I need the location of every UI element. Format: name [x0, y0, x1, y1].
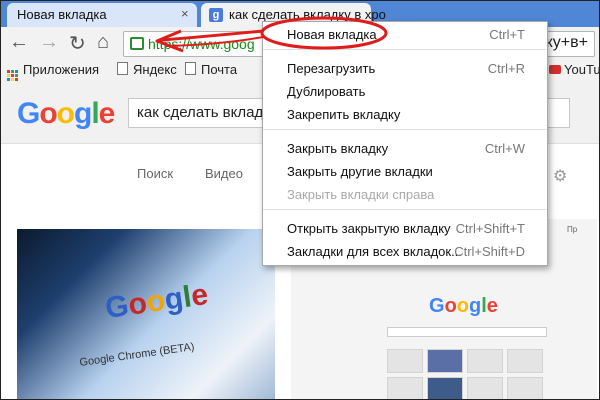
forward-icon[interactable]: →	[39, 31, 59, 54]
thumbnail	[387, 377, 423, 399]
menu-item-close-tabs-right: Закрыть вкладки справа	[263, 184, 547, 204]
apps-icon	[7, 70, 18, 81]
menu-item-shortcut: Ctrl+Shift+D	[454, 244, 525, 259]
menu-item-label: Новая вкладка	[287, 27, 377, 42]
menu-item-duplicate[interactable]: Дублировать	[263, 81, 547, 101]
menu-item-pin-tab[interactable]: Закрепить вкладку	[263, 104, 547, 124]
search-query: как сделать вклад	[137, 104, 264, 121]
tab-title: Новая вкладка	[17, 7, 107, 22]
thumbnail	[507, 377, 543, 399]
bookmark-yandex[interactable]: Яндекс	[117, 62, 177, 77]
back-icon[interactable]: ←	[9, 31, 29, 54]
google-favicon-icon: g	[209, 8, 223, 22]
gear-icon[interactable]: ⚙	[553, 166, 567, 186]
image-search-box	[387, 327, 547, 337]
bookmark-mail[interactable]: Почта	[185, 62, 237, 77]
thumbnail	[467, 377, 503, 399]
menu-divider	[263, 209, 547, 210]
image-caption: Google Chrome (BETA)	[78, 340, 196, 370]
youtube-icon	[549, 65, 561, 74]
menu-item-shortcut: Ctrl+R	[487, 61, 525, 76]
url-text: https://www.goog	[148, 36, 255, 52]
menu-item-shortcut: Ctrl+T	[489, 27, 525, 42]
google-logo[interactable]: Google	[17, 97, 115, 131]
tab-context-menu: Новая вкладка Ctrl+T Перезагрузить Ctrl+…	[262, 21, 548, 266]
page-icon	[185, 62, 196, 75]
menu-item-reload[interactable]: Перезагрузить Ctrl+R	[263, 58, 547, 78]
tab-new-tab[interactable]: Новая вкладка ×	[7, 3, 197, 27]
tab-title: как сделать вкладку в хро	[229, 7, 386, 22]
bookmark-youtube[interactable]: YouTu	[549, 62, 600, 77]
bookmark-apps[interactable]: Приложения	[7, 62, 99, 81]
menu-item-label: Закрепить вкладку	[287, 107, 401, 122]
thumbnail	[507, 349, 543, 373]
menu-item-reopen-closed-tab[interactable]: Открыть закрытую вкладку Ctrl+Shift+T	[263, 218, 547, 238]
thumb-label: Пр	[567, 225, 578, 234]
reload-icon[interactable]: ↻	[69, 31, 86, 56]
bookmark-label: Яндекс	[133, 62, 177, 77]
menu-item-shortcut: Ctrl+Shift+T	[455, 221, 525, 236]
menu-item-new-tab[interactable]: Новая вкладка Ctrl+T	[263, 24, 547, 44]
home-icon[interactable]: ⌂	[97, 31, 109, 54]
menu-item-label: Закладки для всех вкладок...	[287, 244, 462, 259]
menu-item-label: Дублировать	[287, 84, 366, 99]
menu-item-close-tab[interactable]: Закрыть вкладку Ctrl+W	[263, 138, 547, 158]
thumbnail	[427, 377, 463, 399]
thumbnail	[387, 349, 423, 373]
menu-item-label: Закрыть вкладку	[287, 141, 389, 156]
bookmark-label: YouTu	[564, 62, 600, 77]
menu-item-close-other-tabs[interactable]: Закрыть другие вкладки	[263, 161, 547, 181]
menu-item-label: Перезагрузить	[287, 61, 376, 76]
browser-window: Новая вкладка × g как сделать вкладку в …	[0, 0, 600, 400]
lock-icon	[130, 37, 144, 50]
menu-divider	[263, 129, 547, 130]
close-icon[interactable]: ×	[181, 6, 189, 21]
image-google-logo: Google	[429, 295, 498, 317]
image-google-logo: Google	[103, 277, 211, 326]
thumbnail	[467, 349, 503, 373]
page-icon	[117, 62, 128, 75]
bookmark-label: Приложения	[23, 62, 100, 77]
menu-divider	[263, 49, 547, 50]
bookmark-label: Почта	[201, 62, 238, 77]
menu-item-label: Закрыть другие вкладки	[287, 164, 433, 179]
tab-video[interactable]: Видео	[205, 166, 243, 181]
menu-item-label: Закрыть вкладки справа	[287, 187, 435, 202]
menu-item-bookmark-all-tabs[interactable]: Закладки для всех вкладок... Ctrl+Shift+…	[263, 241, 547, 261]
thumbnail	[427, 349, 463, 373]
result-image-chrome[interactable]: Google Google Chrome (BETA)	[17, 229, 275, 399]
menu-item-shortcut: Ctrl+W	[484, 141, 525, 156]
menu-item-label: Открыть закрытую вкладку	[287, 221, 451, 236]
tab-search-all[interactable]: Поиск	[137, 166, 173, 181]
